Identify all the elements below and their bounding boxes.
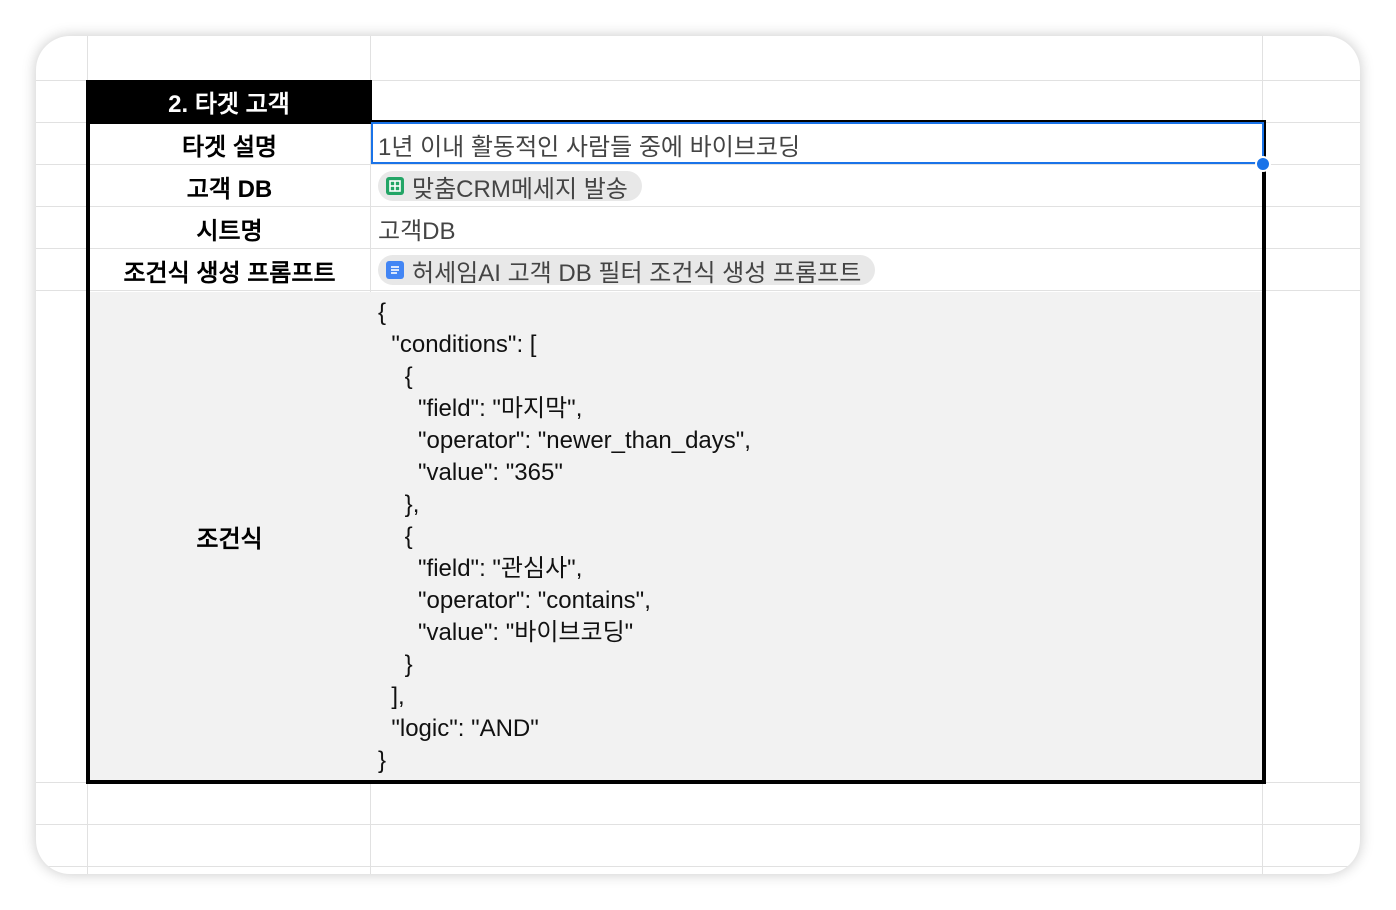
sheet-name-cell[interactable]: 고객DB bbox=[372, 208, 1262, 248]
row-label-target-description[interactable]: 타겟 설명 bbox=[88, 124, 371, 164]
grid-line bbox=[36, 206, 1360, 207]
google-docs-icon bbox=[386, 261, 404, 279]
row-label-sheet-name[interactable]: 시트명 bbox=[88, 208, 371, 248]
google-sheets-icon bbox=[386, 177, 404, 195]
customer-db-chip[interactable]: 맞춤CRM메세지 발송 bbox=[378, 171, 642, 203]
grid-line bbox=[36, 824, 1360, 825]
customer-db-chip-label: 맞춤CRM메세지 발송 bbox=[412, 175, 628, 203]
grid-line bbox=[36, 866, 1360, 867]
grid-line bbox=[36, 290, 1360, 291]
grid-line bbox=[36, 122, 1360, 123]
condition-prompt-cell[interactable]: 허세임AI 고객 DB 필터 조건식 생성 프롬프트 bbox=[372, 250, 1262, 290]
grid-line bbox=[36, 248, 1360, 249]
row-label-customer-db[interactable]: 고객 DB bbox=[88, 166, 371, 206]
condition-prompt-chip-label: 허세임AI 고객 DB 필터 조건식 생성 프롬프트 bbox=[412, 259, 862, 287]
condition-prompt-chip[interactable]: 허세임AI 고객 DB 필터 조건식 생성 프롬프트 bbox=[378, 255, 876, 287]
row-label-conditions[interactable]: 조건식 bbox=[88, 292, 371, 780]
spreadsheet-card: 2. 타겟 고객 타겟 설명 1년 이내 활동적인 사람들 중에 바이브코딩 고… bbox=[36, 36, 1360, 874]
grid-line bbox=[36, 164, 1360, 165]
conditions-cell[interactable]: { "conditions": [ { "field": "마지막", "ope… bbox=[372, 292, 1262, 780]
fill-handle[interactable] bbox=[1255, 156, 1271, 172]
grid-line bbox=[36, 782, 1360, 783]
conditions-json: { "conditions": [ { "field": "마지막", "ope… bbox=[378, 299, 751, 774]
target-description-cell[interactable]: 1년 이내 활동적인 사람들 중에 바이브코딩 bbox=[372, 124, 1262, 164]
section-header[interactable]: 2. 타겟 고객 bbox=[86, 80, 372, 122]
customer-db-cell[interactable]: 맞춤CRM메세지 발송 bbox=[372, 166, 1262, 206]
row-label-condition-prompt[interactable]: 조건식 생성 프롬프트 bbox=[88, 250, 371, 290]
